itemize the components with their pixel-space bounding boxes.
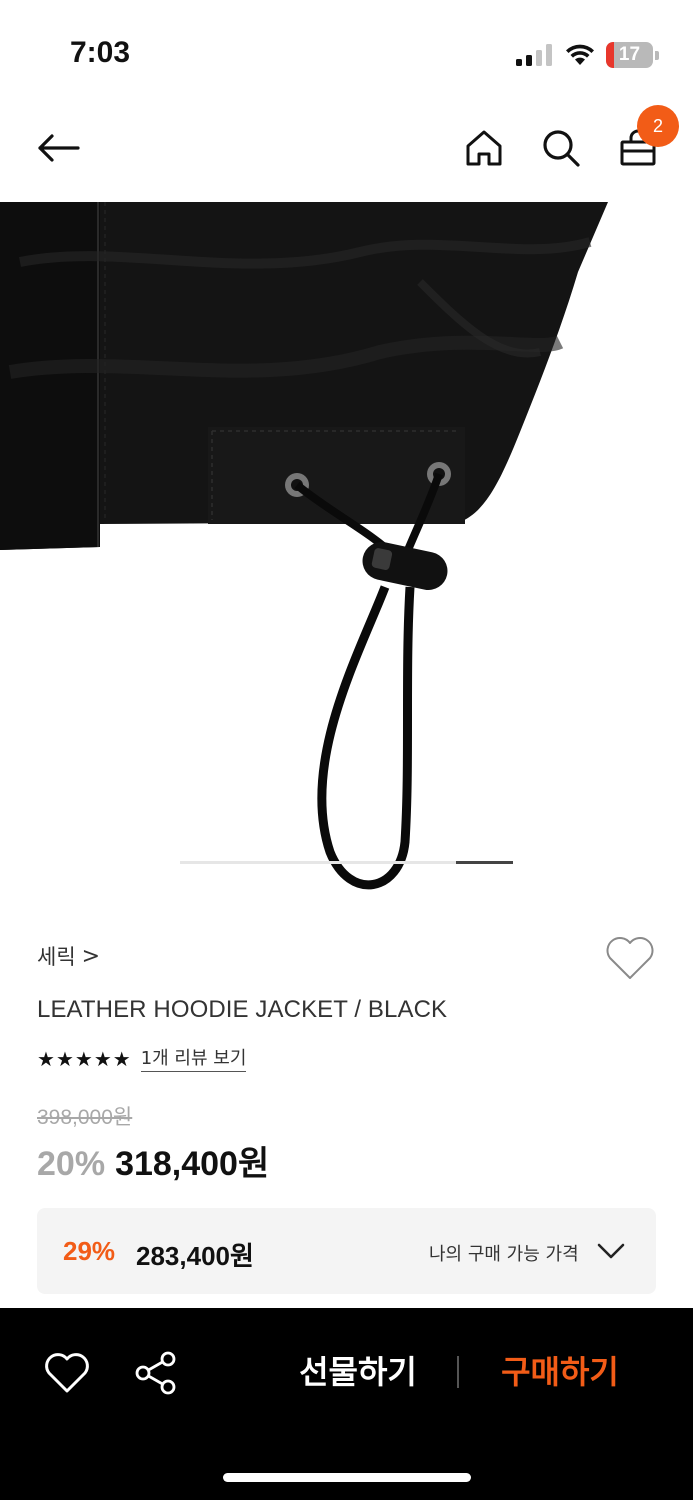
buy-button[interactable]: 구매하기 [488, 1348, 632, 1396]
bottom-action-bar: 선물하기 구매하기 [0, 1308, 693, 1500]
status-bar: 7:03 17 [0, 0, 693, 100]
divider [457, 1356, 459, 1388]
rating-row: ★ ★ ★ ★ ★ 1개 리뷰 보기 [37, 1046, 247, 1072]
star-icon: ★ [112, 1047, 131, 1071]
heart-outline-icon [606, 937, 654, 979]
chevron-down-icon [597, 1243, 625, 1259]
gift-button[interactable]: 선물하기 [286, 1348, 430, 1396]
my-price: 283,400원 [136, 1241, 254, 1271]
star-icon: ★ [93, 1047, 112, 1071]
image-slide-active [456, 861, 513, 864]
my-price-label: 나의 구매 가능 가격 [429, 1244, 579, 1265]
product-photo [0, 202, 608, 890]
home-indicator [223, 1473, 471, 1482]
chevron-right-icon: > [81, 943, 101, 969]
battery-level: 17 [618, 44, 641, 65]
discount-rate: 20% [37, 1145, 106, 1183]
star-icon: ★ [55, 1047, 74, 1071]
status-time: 7:03 [70, 36, 131, 69]
sale-price: 318,400원 [115, 1145, 270, 1183]
star-rating: ★ ★ ★ ★ ★ [37, 1046, 131, 1072]
back-button[interactable] [34, 124, 82, 172]
product-image[interactable] [0, 202, 693, 902]
my-price-dropdown[interactable]: 29% 283,400원 나의 구매 가능 가격 [37, 1208, 656, 1294]
image-slide-indicator [180, 861, 513, 864]
search-button[interactable] [537, 124, 585, 172]
product-name: LEATHER HOODIE JACKET / BLACK [37, 996, 448, 1023]
home-icon [466, 130, 502, 166]
heart-icon[interactable] [44, 1352, 90, 1394]
share-icon[interactable] [134, 1351, 178, 1395]
wishlist-button[interactable] [604, 934, 656, 982]
star-icon: ★ [74, 1047, 93, 1071]
brand-link[interactable]: 세릭 > [37, 941, 100, 971]
top-navigation: 2 [0, 100, 693, 200]
sale-price-row: 20% 318,400원 [37, 1136, 269, 1185]
search-icon [543, 130, 580, 167]
back-arrow-icon [38, 134, 80, 162]
home-button[interactable] [460, 124, 508, 172]
original-price: 398,000원 [37, 1106, 133, 1129]
cart-count-badge: 2 [637, 105, 679, 147]
star-icon: ★ [37, 1047, 55, 1071]
my-discount-rate: 29% [63, 1236, 116, 1266]
cellular-signal-icon [516, 44, 552, 66]
battery-indicator: 17 [606, 42, 659, 68]
review-link[interactable]: 1개 리뷰 보기 [140, 1047, 247, 1072]
brand-name: 세릭 [37, 945, 76, 969]
wifi-icon [566, 44, 594, 65]
